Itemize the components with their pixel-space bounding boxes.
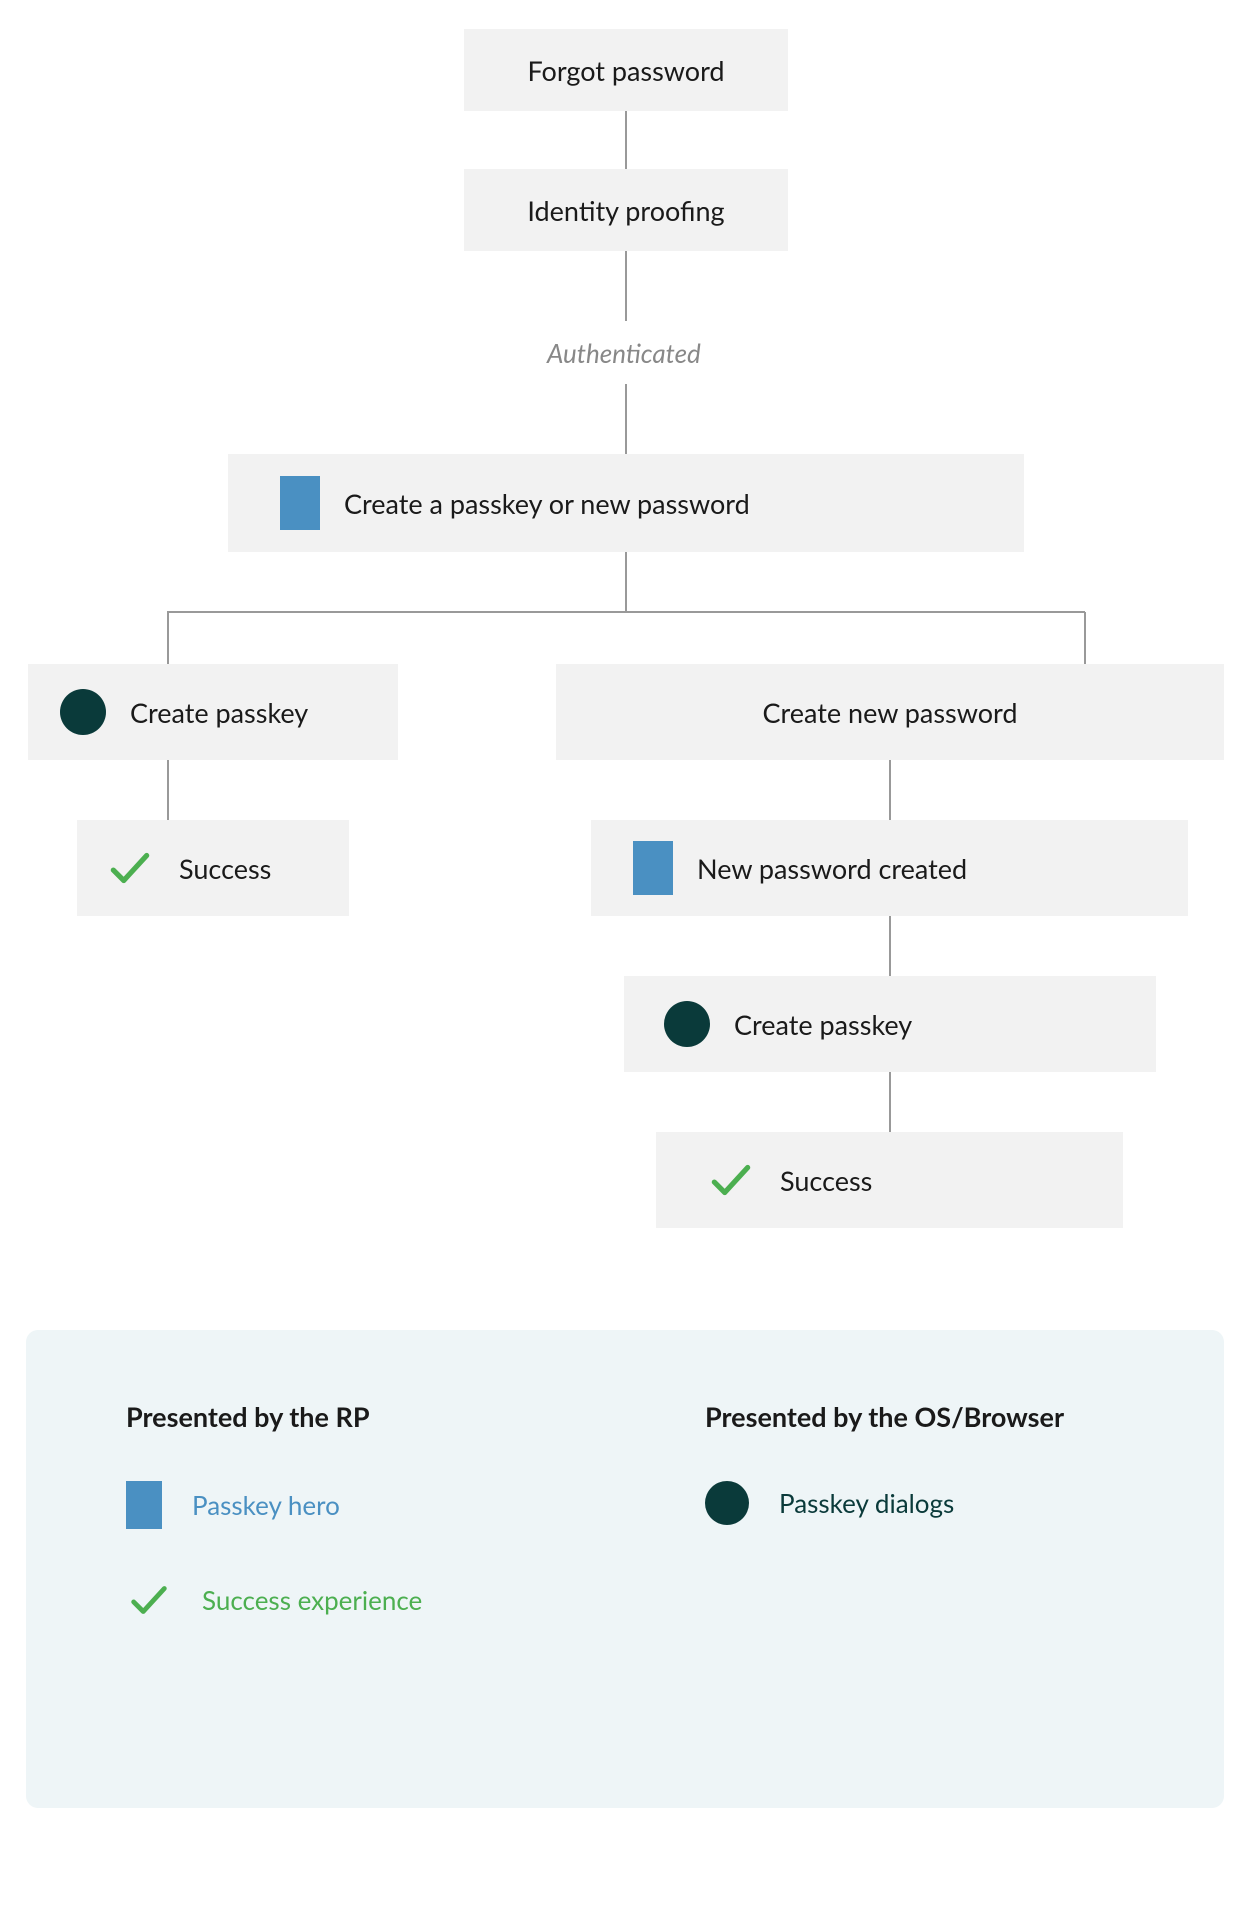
connector [625,552,627,612]
legend-col-os: Presented by the OS/Browser Passkey dial… [705,1400,1144,1738]
connector [167,612,169,664]
node-forgot-password: Forgot password [464,29,788,111]
success-icon [126,1577,172,1623]
node-label: Create new password [763,696,1018,729]
legend-item-success: Success experience [126,1577,565,1623]
node-label: Identity proofing [527,194,724,227]
legend-label: Passkey hero [192,1489,340,1521]
state-authenticated: Authenticated [547,337,701,369]
legend-item-hero: Passkey hero [126,1481,565,1529]
legend-item-dialogs: Passkey dialogs [705,1481,1144,1525]
dialog-icon [705,1481,749,1525]
connector [889,1072,891,1132]
hero-icon [633,841,673,895]
connector [167,611,1085,613]
legend-label: Success experience [202,1584,422,1616]
node-create-new-password: Create new password [556,664,1224,760]
node-label: Create a passkey or new password [344,487,750,520]
node-success-right: Success [656,1132,1123,1228]
node-success-left: Success [77,820,349,916]
legend-panel: Presented by the RP Passkey hero Success… [26,1330,1224,1808]
connector [1084,612,1086,664]
success-icon [105,843,155,893]
node-new-password-created: New password created [591,820,1188,916]
hero-icon [280,476,320,530]
legend-title-rp: Presented by the RP [126,1400,565,1433]
dialog-icon [60,689,106,735]
legend-title-os: Presented by the OS/Browser [705,1400,1144,1433]
connector [625,384,627,454]
connector [167,760,169,820]
node-label: Create passkey [130,696,308,729]
node-label: Create passkey [734,1008,912,1041]
legend-col-rp: Presented by the RP Passkey hero Success… [126,1400,565,1738]
success-icon [706,1155,756,1205]
node-create-passkey-or-password: Create a passkey or new password [228,454,1024,552]
node-create-passkey-right: Create passkey [624,976,1156,1072]
hero-icon [126,1481,162,1529]
node-label: Success [179,852,271,885]
legend-label: Passkey dialogs [779,1487,954,1519]
dialog-icon [664,1001,710,1047]
connector [889,916,891,976]
node-label: New password created [697,852,967,885]
node-identity-proofing: Identity proofing [464,169,788,251]
node-label: Forgot password [527,54,724,87]
node-label: Success [780,1164,872,1197]
node-create-passkey-left: Create passkey [28,664,398,760]
connector [889,760,891,820]
connector [625,111,627,169]
connector [625,251,627,321]
